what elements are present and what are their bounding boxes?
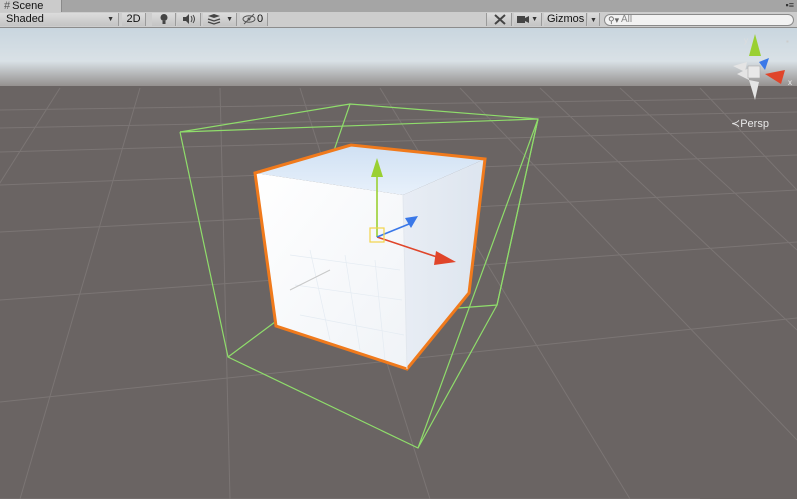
search-input[interactable]: ⚲▾ All xyxy=(604,14,794,26)
effects-icon xyxy=(207,14,221,25)
projection-label: Persp xyxy=(740,118,769,130)
projection-toggle[interactable]: ≺Persp xyxy=(731,117,769,130)
gizmos-dropdown[interactable]: ▼ xyxy=(588,13,600,26)
tab-scene[interactable]: # Scene xyxy=(0,0,62,12)
camera-icon xyxy=(517,16,529,23)
hidden-count: 0 xyxy=(257,13,264,25)
draw-mode-dropdown[interactable]: Shaded ▼ xyxy=(0,13,119,26)
gizmos-label: Gizmos xyxy=(547,13,585,25)
chevron-down-icon: ▼ xyxy=(107,16,114,23)
tools-toggle-button[interactable] xyxy=(486,13,512,26)
search-icon: ⚲▾ xyxy=(608,15,620,25)
2d-toggle-button[interactable]: 2D xyxy=(122,13,146,26)
gizmos-button[interactable]: Gizmos xyxy=(544,13,587,26)
scene-viewport[interactable] xyxy=(0,28,797,499)
orientation-gizmo[interactable]: y x ▪ xyxy=(729,32,797,104)
gizmo-y-label: y xyxy=(744,36,748,45)
chevron-down-icon: ▼ xyxy=(590,17,597,24)
search-placeholder: All xyxy=(621,14,633,25)
hidden-objects-toggle[interactable]: 0 xyxy=(240,13,268,26)
chevron-down-icon: ▼ xyxy=(531,16,538,23)
eye-slash-icon xyxy=(242,13,256,25)
gizmo-neg-z-cone[interactable] xyxy=(733,62,747,72)
menu-icon[interactable]: ▪≡ xyxy=(786,0,794,11)
camera-settings-dropdown[interactable]: ▼ xyxy=(514,13,542,26)
hash-icon: # xyxy=(4,0,11,12)
gizmo-y-cone[interactable] xyxy=(749,34,761,56)
gizmo-axes xyxy=(733,34,785,100)
gizmo-z-cone[interactable] xyxy=(759,58,769,70)
persp-icon: ≺ xyxy=(731,118,741,130)
effects-dropdown[interactable]: ▼ xyxy=(203,13,237,26)
sky xyxy=(0,28,797,88)
gizmo-x-cone[interactable] xyxy=(765,70,785,84)
chevron-down-icon: ▼ xyxy=(226,16,233,23)
tools-icon xyxy=(494,14,506,25)
gizmo-x-label: x xyxy=(788,78,792,87)
draw-mode-label: Shaded xyxy=(6,13,44,25)
audio-icon xyxy=(183,14,195,24)
2d-label: 2D xyxy=(126,13,141,25)
lightbulb-icon xyxy=(160,14,168,24)
gizmo-center-cube[interactable] xyxy=(747,65,761,79)
tab-scene-label: Scene xyxy=(12,0,44,12)
audio-toggle-button[interactable] xyxy=(177,13,201,26)
lighting-toggle-button[interactable] xyxy=(152,13,176,26)
scene-toolbar: Shaded ▼ 2D ▼ 0 ▼ Gizmos ▼ ⚲▾ All xyxy=(0,12,797,28)
gizmo-neg-y-cone[interactable] xyxy=(749,80,759,100)
gizmo-lock-icon[interactable]: ▪ xyxy=(786,37,789,46)
